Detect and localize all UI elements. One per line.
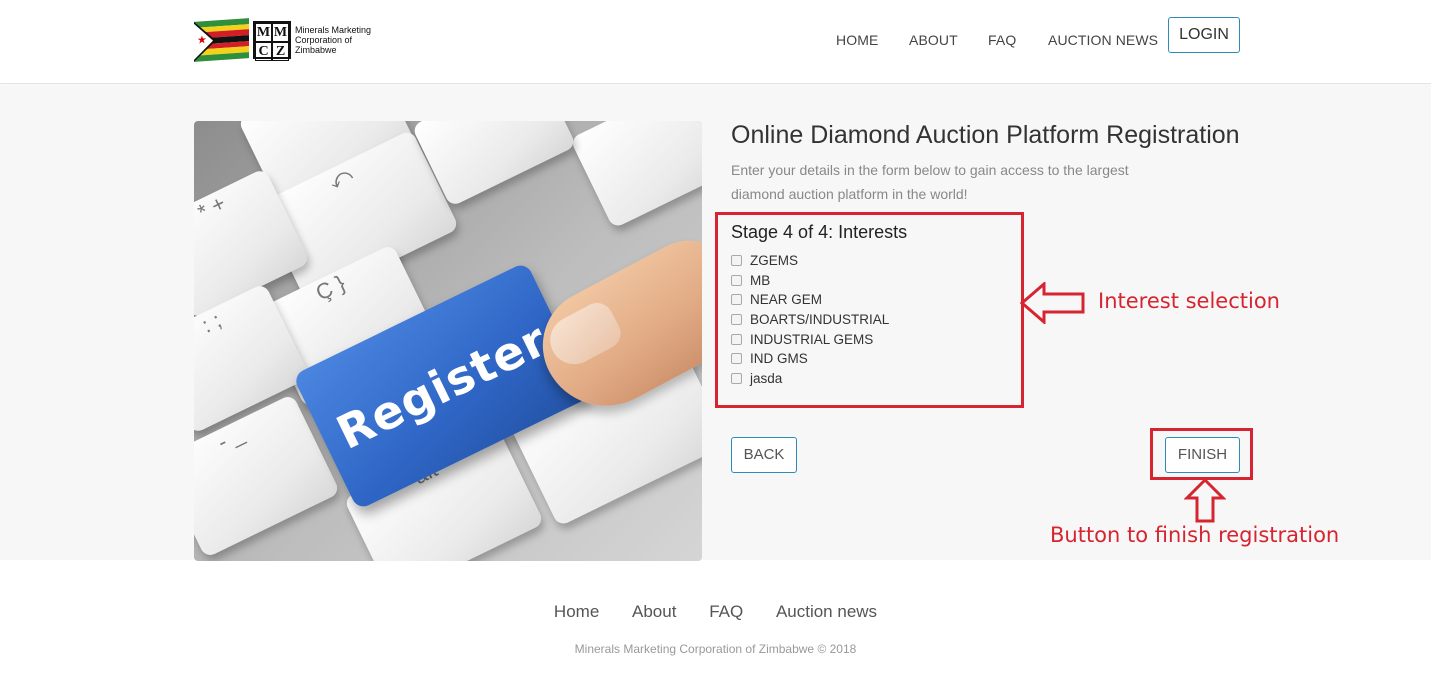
- checkbox[interactable]: [731, 294, 742, 306]
- nav-home[interactable]: HOME: [836, 32, 878, 48]
- nav-auction-news[interactable]: AUCTION NEWS: [1048, 32, 1158, 48]
- checkbox[interactable]: [731, 314, 742, 326]
- logo-text-line: Minerals Marketing: [295, 25, 372, 35]
- interests-checkbox-list: ZGEMS MB NEAR GEM BOARTS/INDUSTRIAL INDU…: [731, 251, 889, 388]
- mmcz-logo[interactable]: ★ M M C Z Minerals Marketing Corporation…: [194, 18, 374, 62]
- checkbox[interactable]: [731, 274, 742, 286]
- mmcz-emblem-icon: M M C Z: [253, 21, 291, 61]
- logo-letter: M: [272, 23, 289, 42]
- checkbox-label: BOARTS/INDUSTRIAL: [750, 312, 890, 328]
- logo-text-line: Zimbabwe: [295, 45, 337, 55]
- checkbox-label: ZGEMS: [750, 253, 799, 269]
- interest-option-jasda[interactable]: jasda: [731, 369, 889, 389]
- footer-link-auction-news[interactable]: Auction news: [776, 602, 877, 622]
- interest-option-boarts-industrial[interactable]: BOARTS/INDUSTRIAL: [731, 310, 889, 330]
- checkbox-label: MB: [750, 272, 771, 288]
- logo-letter: M: [255, 23, 272, 42]
- interest-option-ind-gms[interactable]: IND GMS: [731, 349, 889, 369]
- logo-text-line: Corporation of: [295, 35, 353, 45]
- nav-faq[interactable]: FAQ: [988, 32, 1016, 48]
- footer-link-faq[interactable]: FAQ: [709, 602, 743, 622]
- arrow-left-icon: [1020, 282, 1085, 324]
- page-subtitle: Enter your details in the form below to …: [731, 162, 1129, 202]
- footer-link-home[interactable]: Home: [554, 602, 599, 622]
- interest-annotation-label: Interest selection: [1098, 289, 1280, 313]
- interest-option-zgems[interactable]: ZGEMS: [731, 251, 889, 271]
- logo-text: Minerals Marketing Corporation of Zimbab…: [295, 25, 371, 55]
- interest-option-industrial-gems[interactable]: INDUSTRIAL GEMS: [731, 329, 889, 349]
- footer-link-about[interactable]: About: [632, 602, 676, 622]
- interest-option-near-gem[interactable]: NEAR GEM: [731, 290, 889, 310]
- register-keyboard-image: ⤺ * + Ç } : ; - _ alt Register: [194, 121, 702, 561]
- checkbox[interactable]: [731, 372, 742, 384]
- checkbox-label: NEAR GEM: [750, 292, 823, 308]
- finish-annotation-label: Button to finish registration: [1050, 523, 1340, 547]
- nav-about[interactable]: ABOUT: [909, 32, 958, 48]
- footer-copyright: Minerals Marketing Corporation of Zimbab…: [574, 642, 857, 656]
- finish-button[interactable]: FINISH: [1165, 437, 1240, 473]
- checkbox-label: IND GMS: [750, 351, 808, 367]
- stage-title: Stage 4 of 4: Interests: [731, 222, 908, 242]
- site-header: ★ M M C Z Minerals Marketing Corporation…: [0, 0, 1431, 84]
- checkbox-label: INDUSTRIAL GEMS: [750, 331, 874, 347]
- page-title: Online Diamond Auction Platform Registra…: [731, 121, 1240, 149]
- back-button[interactable]: BACK: [731, 437, 797, 473]
- logo-letter: C: [255, 42, 272, 61]
- interest-option-mb[interactable]: MB: [731, 271, 889, 291]
- logo-letter: Z: [272, 42, 289, 61]
- zimbabwe-flag-icon: ★: [194, 18, 249, 62]
- checkbox-label: jasda: [750, 370, 783, 386]
- checkbox[interactable]: [731, 255, 742, 267]
- checkbox[interactable]: [731, 353, 742, 365]
- footer-nav: Home About FAQ Auction news: [0, 602, 1431, 622]
- keyboard-key: [569, 121, 702, 229]
- arrow-up-icon: [1184, 478, 1226, 523]
- checkbox[interactable]: [731, 333, 742, 345]
- login-button[interactable]: LOGIN: [1168, 17, 1240, 53]
